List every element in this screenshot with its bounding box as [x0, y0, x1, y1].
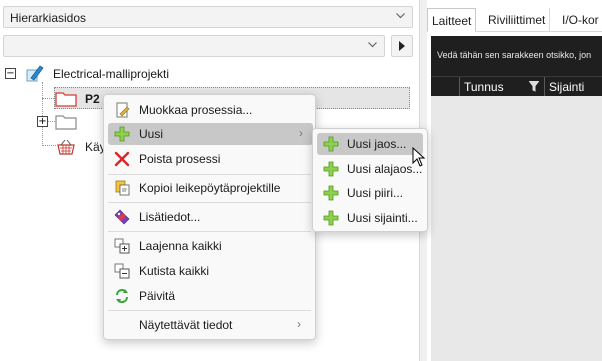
red-folder-icon	[55, 90, 77, 107]
expand-all-icon	[114, 238, 130, 254]
details-tabs: Laitteet Riviliittimet I/O-kor	[427, 8, 602, 32]
submenu-arrow-icon: ›	[299, 126, 303, 140]
menu-item-refresh[interactable]: Päivitä	[108, 285, 311, 307]
collapse-root-toggle[interactable]: −	[5, 68, 16, 79]
filter-combo[interactable]	[3, 35, 385, 57]
menu-item-new-section[interactable]: Uusi jaos...	[317, 133, 423, 155]
menu-label: Lisätiedot...	[139, 210, 201, 224]
plus-icon	[323, 136, 339, 152]
tab-riviliittimet[interactable]: Riviliittimet	[484, 8, 551, 32]
menu-label: Uusi	[139, 127, 164, 141]
menu-item-delete-process[interactable]: Poista prosessi	[108, 148, 311, 170]
expand-folder-toggle[interactable]: +	[37, 116, 48, 127]
chevron-down-icon	[368, 42, 377, 50]
menu-label: Uusi sijainti...	[347, 211, 418, 225]
menu-separator	[108, 310, 311, 311]
chevron-down-icon	[396, 13, 405, 21]
filter-icon[interactable]	[528, 81, 540, 95]
mouse-cursor-icon	[412, 147, 426, 167]
menu-label: Kutista kaikki	[139, 264, 210, 278]
tree-context-menu: Muokkaa prosessia... Uusi › Poista prose…	[103, 94, 316, 340]
basket-icon	[55, 138, 75, 155]
menu-separator	[108, 231, 311, 232]
play-arrow-icon	[399, 41, 405, 51]
menu-separator	[108, 174, 311, 175]
apply-filter-button[interactable]	[391, 35, 413, 57]
folder-icon	[55, 113, 77, 130]
menu-label: Laajenna kaikki	[139, 239, 222, 253]
menu-label: Kopioi leikepöytäprojektille	[139, 181, 281, 195]
grid-header: Tunnus Sijainti	[431, 76, 602, 97]
grid-body[interactable]	[431, 96, 602, 361]
pen-project-icon	[25, 64, 45, 82]
plus-icon	[323, 161, 339, 177]
menu-item-copy-clipboard-project[interactable]: Kopioi leikepöytäprojektille	[108, 177, 311, 199]
menu-label: Näytettävät tiedot	[139, 318, 233, 332]
plus-icon	[114, 126, 130, 142]
column-header-sijainti[interactable]: Sijainti	[549, 80, 584, 94]
menu-item-display-info[interactable]: Näytettävät tiedot ›	[108, 314, 311, 336]
menu-item-new-circuit[interactable]: Uusi piiri...	[317, 182, 423, 204]
column-header-tunnus[interactable]: Tunnus	[464, 80, 504, 94]
refresh-icon	[114, 288, 130, 304]
menu-label: Päivitä	[139, 289, 176, 303]
plus-icon	[323, 185, 339, 201]
edit-doc-icon	[114, 102, 130, 118]
hierarchy-view-value: Hierarkiasidos	[10, 11, 87, 25]
info-tag-icon	[114, 209, 130, 225]
menu-separator	[108, 202, 311, 203]
group-by-panel[interactable]: Vedä tähän sen sarakkeen otsikko, jon	[431, 36, 602, 76]
menu-item-new-subsection[interactable]: Uusi alajaos...	[317, 158, 423, 180]
collapse-all-icon	[114, 263, 130, 279]
menu-label: Poista prosessi	[139, 152, 221, 166]
delete-x-icon	[114, 151, 130, 167]
menu-item-collapse-all[interactable]: Kutista kaikki	[108, 260, 311, 282]
tree-item-p2-label[interactable]: P2	[85, 92, 100, 106]
menu-item-new-location[interactable]: Uusi sijainti...	[317, 207, 423, 229]
menu-item-details[interactable]: Lisätiedot...	[108, 206, 311, 228]
menu-label: Uusi piiri...	[347, 186, 404, 200]
tab-io[interactable]: I/O-kor	[558, 8, 602, 32]
menu-item-new[interactable]: Uusi ›	[108, 123, 313, 145]
menu-label: Muokkaa prosessia...	[139, 103, 253, 117]
tree-root-label[interactable]: Electrical-malliprojekti	[53, 67, 169, 81]
details-pane: Laitteet Riviliittimet I/O-kor Vedä tähä…	[427, 0, 602, 361]
new-submenu: Uusi jaos... Uusi alajaos... Uusi piiri.…	[312, 128, 428, 232]
group-by-hint: Vedä tähän sen sarakkeen otsikko, jon	[437, 50, 592, 60]
menu-item-expand-all[interactable]: Laajenna kaikki	[108, 235, 311, 257]
plus-icon	[323, 210, 339, 226]
menu-label: Uusi jaos...	[347, 137, 407, 151]
submenu-arrow-icon: ›	[297, 317, 301, 331]
hierarchy-view-combo[interactable]: Hierarkiasidos	[3, 6, 413, 28]
menu-item-edit-process[interactable]: Muokkaa prosessia...	[108, 99, 311, 121]
clipboard-icon	[114, 180, 130, 196]
tab-laitteet[interactable]: Laitteet	[427, 8, 477, 32]
